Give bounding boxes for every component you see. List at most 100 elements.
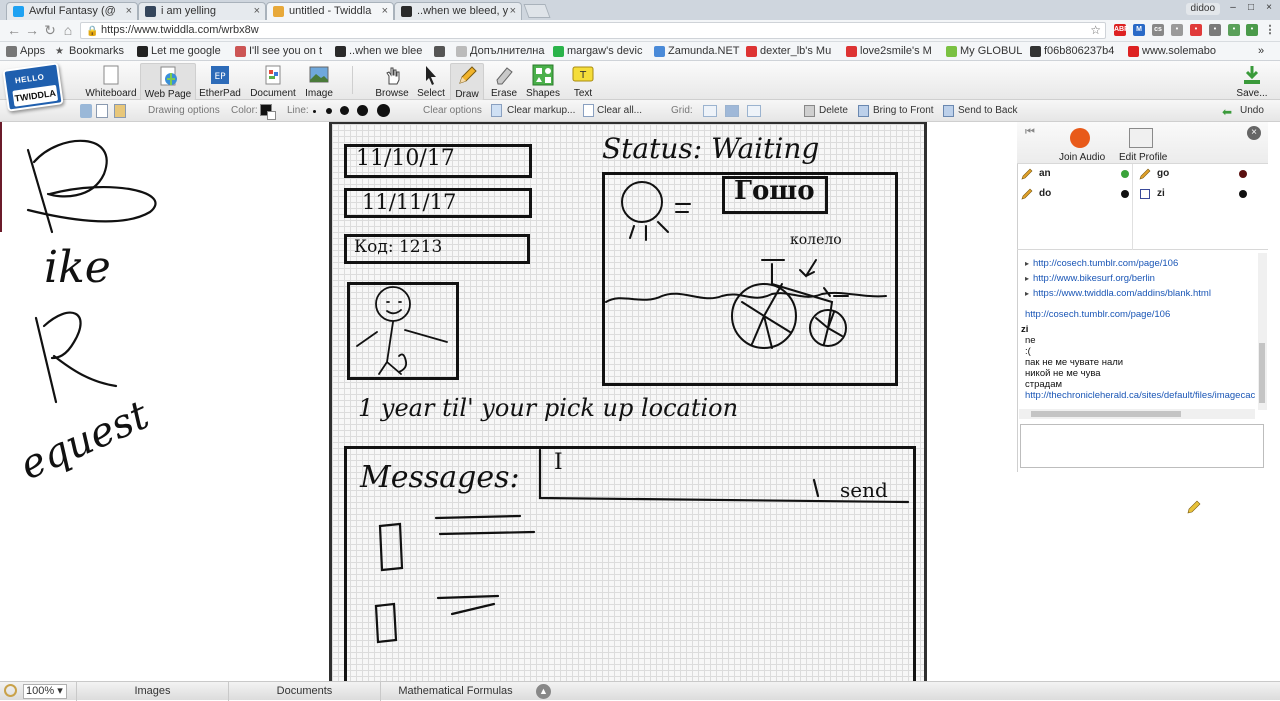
bookmark-item[interactable]: love2smile's M xyxy=(846,44,942,59)
back-icon[interactable]: ← xyxy=(6,22,22,38)
grid-none-button[interactable] xyxy=(703,105,717,117)
paste-icon[interactable] xyxy=(114,104,126,118)
send-to-back-button[interactable]: Send to Back xyxy=(958,105,1017,116)
tab-images[interactable]: Images xyxy=(76,682,228,701)
close-icon[interactable]: × xyxy=(510,3,516,19)
expand-up-icon[interactable]: ▲ xyxy=(536,684,551,699)
bring-to-front-button[interactable]: Bring to Front xyxy=(873,105,934,116)
grid-large-button[interactable] xyxy=(747,105,761,117)
expand-icon[interactable]: ▸ xyxy=(1025,259,1029,268)
star-icon[interactable]: ☆ xyxy=(1090,23,1101,38)
whiteboard-button[interactable]: Whiteboard xyxy=(84,63,138,101)
zoom-icon[interactable] xyxy=(4,684,17,697)
browser-tab-twitter[interactable]: Awful Fantasy (@ × xyxy=(6,2,138,20)
text-button[interactable]: T Text xyxy=(566,63,600,101)
erase-button[interactable]: Erase xyxy=(486,63,522,101)
grid-small-button[interactable] xyxy=(725,105,739,117)
etherpad-button[interactable]: EP EtherPad xyxy=(198,63,242,101)
bookmark-bookmarks[interactable]: ★ Bookmarks xyxy=(55,44,133,59)
bookmark-item[interactable] xyxy=(434,44,452,59)
options-brush-icon[interactable] xyxy=(80,104,92,118)
user-row[interactable]: zi xyxy=(1139,186,1249,202)
bookmark-apps[interactable]: Apps xyxy=(6,44,50,59)
chat-input[interactable] xyxy=(1020,424,1264,468)
close-icon[interactable]: × xyxy=(254,3,260,19)
browser-tab-bleed[interactable]: ..when we bleed, y × xyxy=(394,2,522,20)
bookmark-item[interactable]: Let me google xyxy=(137,44,229,59)
chat-link[interactable]: https://www.twiddla.com/addins/blank.htm… xyxy=(1033,288,1211,299)
join-audio-button[interactable]: Join Audio xyxy=(1059,152,1105,163)
clear-all-button[interactable]: Clear all... xyxy=(597,105,642,116)
extension-icon[interactable]: • xyxy=(1171,24,1183,36)
color-swatch-secondary[interactable] xyxy=(267,111,276,120)
browser-tab-tumblr[interactable]: i am yelling × xyxy=(138,2,266,20)
tab-mathematical-formulas[interactable]: Mathematical Formulas xyxy=(380,682,530,701)
url-input[interactable]: 🔒 https://www.twiddla.com/wrbx8w ☆ xyxy=(80,22,1106,39)
draw-button[interactable]: Draw xyxy=(450,63,484,101)
clear-markup-button[interactable]: Clear markup... xyxy=(507,105,575,116)
forward-icon[interactable]: → xyxy=(24,22,40,38)
chat-link[interactable]: http://cosech.tumblr.com/page/106 xyxy=(1033,258,1178,269)
bookmark-item[interactable]: Допълнителна xyxy=(456,44,548,59)
maximize-icon[interactable]: □ xyxy=(1244,2,1258,14)
bookmark-item[interactable]: Zamunda.NET xyxy=(654,44,742,59)
close-icon[interactable]: × xyxy=(382,3,388,19)
close-window-icon[interactable]: × xyxy=(1262,2,1276,14)
speaker-icon[interactable] xyxy=(1070,128,1090,148)
bookmark-item[interactable]: My GLOBUL xyxy=(946,44,1026,59)
edit-profile-button[interactable]: Edit Profile xyxy=(1119,152,1167,163)
copy-icon[interactable] xyxy=(96,104,108,118)
line-width-5[interactable] xyxy=(377,104,390,117)
extension-icon[interactable]: cs xyxy=(1152,24,1164,36)
browser-tab-twiddla[interactable]: untitled - Twiddla × xyxy=(266,2,394,20)
tab-documents[interactable]: Documents xyxy=(228,682,380,701)
expand-icon[interactable]: ▸ xyxy=(1025,289,1029,298)
undo-button[interactable]: Undo xyxy=(1240,105,1264,116)
chat-vertical-scrollbar[interactable] xyxy=(1258,253,1267,410)
save-button[interactable]: Save... xyxy=(1232,63,1272,101)
close-panel-icon[interactable]: × xyxy=(1247,126,1261,140)
bookmark-item[interactable]: I'll see you on t xyxy=(235,44,329,59)
image-button[interactable]: Image xyxy=(302,63,336,101)
extension-icon[interactable]: • xyxy=(1190,24,1202,36)
user-row[interactable]: do xyxy=(1021,186,1131,202)
edit-profile-icon[interactable] xyxy=(1129,128,1153,148)
delete-button[interactable]: Delete xyxy=(819,105,848,116)
expand-icon[interactable]: ▸ xyxy=(1025,274,1029,283)
whiteboard-canvas[interactable]: 11/10/17 11/11/17 Код: 1213 Status: Wait… xyxy=(332,124,924,694)
line-width-3[interactable] xyxy=(340,106,349,115)
reload-icon[interactable]: ↻ xyxy=(42,22,58,38)
line-width-1[interactable] xyxy=(313,110,316,113)
bookmark-item[interactable]: f06b806237b4 xyxy=(1030,44,1124,59)
collapse-panel-icon[interactable]: ⏮ xyxy=(1025,126,1035,139)
bookmarks-overflow-icon[interactable]: » xyxy=(1258,44,1276,59)
extension-icon[interactable]: • xyxy=(1246,24,1258,36)
user-row[interactable]: go xyxy=(1139,166,1249,182)
minimize-icon[interactable]: – xyxy=(1226,2,1240,14)
adblock-icon[interactable]: ABP xyxy=(1114,24,1129,36)
bookmark-item[interactable]: ..when we blee xyxy=(335,44,429,59)
user-row[interactable]: an xyxy=(1021,166,1131,182)
select-button[interactable]: Select xyxy=(414,63,448,101)
bookmark-item[interactable]: margaw's devic xyxy=(553,44,649,59)
line-width-2[interactable] xyxy=(326,108,332,114)
chat-link[interactable]: http://cosech.tumblr.com/page/106 xyxy=(1025,309,1170,320)
chat-link[interactable]: http://thechronicleherald.ca/sites/defau… xyxy=(1025,390,1255,401)
profile-badge[interactable]: didoo xyxy=(1185,3,1220,15)
chat-link[interactable]: http://www.bikesurf.org/berlin xyxy=(1033,273,1155,284)
shapes-button[interactable]: Shapes xyxy=(524,63,562,101)
home-icon[interactable]: ⌂ xyxy=(60,22,76,38)
extension-icon[interactable]: • xyxy=(1228,24,1240,36)
bookmark-item[interactable]: www.solemabo xyxy=(1128,44,1228,59)
browse-button[interactable]: Browse xyxy=(374,63,410,101)
web-page-button[interactable]: Web Page xyxy=(140,63,196,101)
extension-icon[interactable]: • xyxy=(1209,24,1221,36)
chat-horizontal-scrollbar[interactable] xyxy=(1019,409,1255,419)
line-width-4[interactable] xyxy=(357,105,368,116)
document-button[interactable]: Document xyxy=(248,63,298,101)
close-icon[interactable]: × xyxy=(126,3,132,19)
menu-icon[interactable]: ⋮ xyxy=(1264,24,1276,36)
bookmark-item[interactable]: dexter_lb's Mu xyxy=(746,44,842,59)
zoom-select[interactable]: 100% ▾ xyxy=(23,684,67,699)
extension-m-icon[interactable]: M xyxy=(1133,24,1145,36)
